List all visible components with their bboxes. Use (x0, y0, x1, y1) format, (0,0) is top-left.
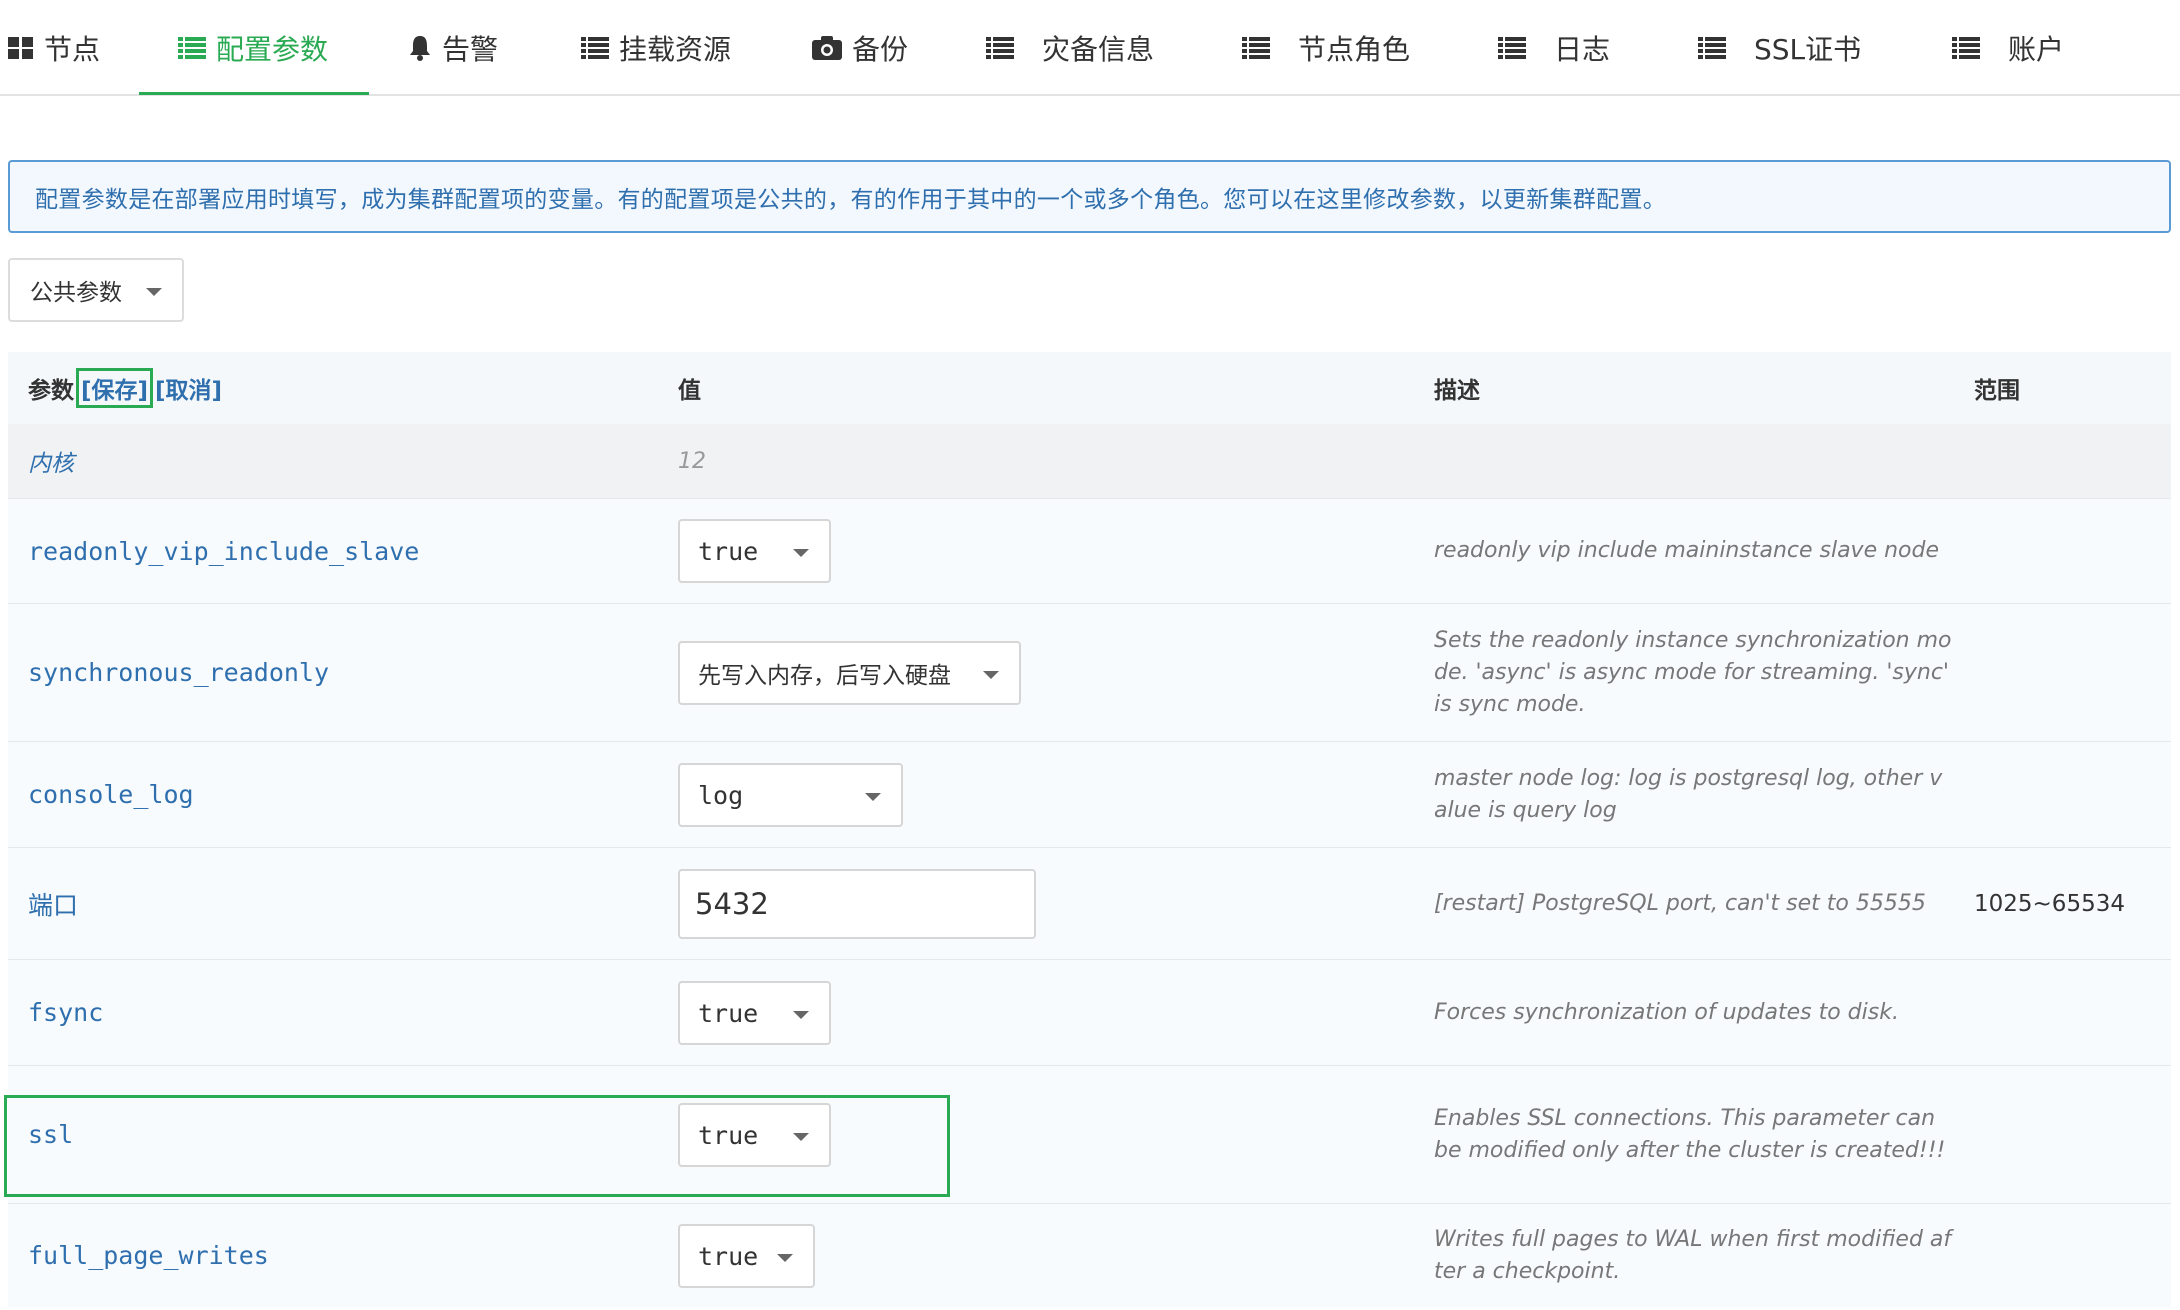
select-value: true (698, 536, 759, 566)
param-description: [restart] PostgreSQL port, can't set to … (1434, 890, 1926, 916)
grid-icon (8, 35, 34, 61)
list-icon (1242, 36, 1270, 60)
param-name: console_log (28, 780, 194, 809)
param-name: ssl (28, 1120, 74, 1149)
param-description: readonly vip include maininstance slave … (1434, 538, 1940, 563)
param-value-select[interactable]: true (678, 1103, 831, 1167)
header-param-label: 参数 (28, 378, 74, 404)
tab-label: 账户 (2008, 33, 2065, 66)
input-value: 5432 (695, 887, 769, 921)
param-range: 1025~65534 (1974, 890, 2125, 917)
caret-down-icon (865, 793, 881, 801)
header-description: 描述 (1434, 378, 1480, 404)
header-param: 参数 [保存] [取消] (28, 352, 222, 424)
group-name: 内核 (28, 451, 74, 477)
param-table: 参数 [保存] [取消] 值 描述 范围 内核 12 readonly_vip_… (8, 352, 2171, 1307)
param-name: 端口 (28, 890, 79, 920)
info-message: 配置参数是在部署应用时填写，成为集群配置项的变量。有的配置项是公共的，有的作用于… (8, 160, 2171, 233)
param-description: Writes full pages to WAL when first modi… (1434, 1226, 1952, 1284)
active-tab-indicator (139, 92, 369, 95)
header-value: 值 (678, 378, 701, 404)
tab-mounted-resources[interactable]: 挂载资源 (581, 0, 731, 96)
param-name: synchronous_readonly (28, 658, 330, 687)
list-icon (581, 36, 609, 60)
select-value: 先写入内存，后写入硬盘 (698, 663, 951, 689)
info-text: 配置参数是在部署应用时填写，成为集群配置项的变量。有的配置项是公共的，有的作用于… (35, 186, 1666, 213)
param-name: readonly_vip_include_slave (28, 536, 420, 566)
param-name: full_page_writes (28, 1241, 269, 1270)
param-name: fsync (28, 998, 104, 1027)
caret-down-icon (777, 1254, 793, 1262)
param-value-select[interactable]: 先写入内存，后写入硬盘 (678, 641, 1021, 705)
cancel-link[interactable]: [取消] (155, 371, 222, 405)
table-row: 端口 5432 [restart] PostgreSQL port, can't… (8, 848, 2171, 960)
list-icon (1498, 36, 1526, 60)
table-row: synchronous_readonly 先写入内存，后写入硬盘 Sets th… (8, 604, 2171, 742)
param-description: Enables SSL connections. This parameter … (1434, 1105, 1946, 1163)
tab-label: 备份 (852, 33, 909, 66)
scope-selected-value: 公共参数 (30, 280, 122, 306)
param-description: Sets the readonly instance synchronizati… (1434, 627, 1952, 717)
param-value-select[interactable]: log (678, 763, 903, 827)
param-scope-dropdown[interactable]: 公共参数 (8, 258, 184, 322)
list-icon (1952, 36, 1980, 60)
table-row: console_log log master node log: log is … (8, 742, 2171, 848)
caret-down-icon (983, 671, 999, 679)
param-value-select[interactable]: true (678, 981, 831, 1045)
header-range: 范围 (1974, 378, 2020, 404)
table-row: full_page_writes true Writes full pages … (8, 1204, 2171, 1307)
table-row: fsync true Forces synchronization of upd… (8, 960, 2171, 1066)
tab-backup[interactable]: 备份 (812, 0, 908, 96)
param-value-select[interactable]: true (678, 519, 831, 583)
param-value-select[interactable]: true (678, 1224, 815, 1288)
list-icon (178, 36, 206, 60)
tab-accounts[interactable]: 账户 (1952, 0, 2064, 96)
tab-label: 日志 (1554, 33, 1611, 66)
table-row: readonly_vip_include_slave true readonly… (8, 499, 2171, 604)
tab-bar: 节点 配置参数 告警 挂载资源 备份 灾备信息 节点角色 日志 SSL证书 账户 (0, 0, 2180, 96)
group-value: 12 (678, 448, 706, 474)
save-link[interactable]: [保存] (76, 368, 154, 408)
tab-ssl-cert[interactable]: SSL证书 (1698, 0, 1861, 96)
tab-config-params[interactable]: 配置参数 (178, 0, 328, 96)
caret-down-icon (146, 288, 162, 296)
camera-icon (812, 35, 842, 61)
tab-label: 挂载资源 (619, 33, 732, 66)
tab-logs[interactable]: 日志 (1498, 0, 1610, 96)
port-input[interactable]: 5432 (678, 869, 1036, 939)
select-value: true (698, 1241, 759, 1271)
tab-label: 配置参数 (216, 33, 329, 66)
param-description: master node log: log is postgresql log, … (1434, 765, 1943, 823)
tab-label: 节点角色 (1298, 33, 1411, 66)
table-row: ssl true Enables SSL connections. This p… (8, 1066, 2171, 1204)
caret-down-icon (793, 1133, 809, 1141)
select-value: true (698, 998, 759, 1028)
param-description: Forces synchronization of updates to dis… (1434, 999, 1899, 1025)
tab-nodes[interactable]: 节点 (8, 0, 100, 96)
tab-label: 节点 (44, 33, 101, 66)
tab-label: SSL证书 (1754, 33, 1862, 66)
tab-alerts[interactable]: 告警 (408, 0, 498, 96)
caret-down-icon (793, 1011, 809, 1019)
list-icon (1698, 36, 1726, 60)
caret-down-icon (793, 549, 809, 557)
select-value: log (698, 780, 744, 810)
select-value: true (698, 1120, 759, 1150)
list-icon (986, 36, 1014, 60)
tab-node-roles[interactable]: 节点角色 (1242, 0, 1410, 96)
bell-icon (408, 35, 432, 61)
tab-label: 告警 (442, 33, 499, 66)
tab-disaster-recovery[interactable]: 灾备信息 (986, 0, 1154, 96)
table-header: 参数 [保存] [取消] 值 描述 范围 (8, 352, 2171, 424)
tab-label: 灾备信息 (1042, 33, 1155, 66)
group-row: 内核 12 (8, 424, 2171, 499)
